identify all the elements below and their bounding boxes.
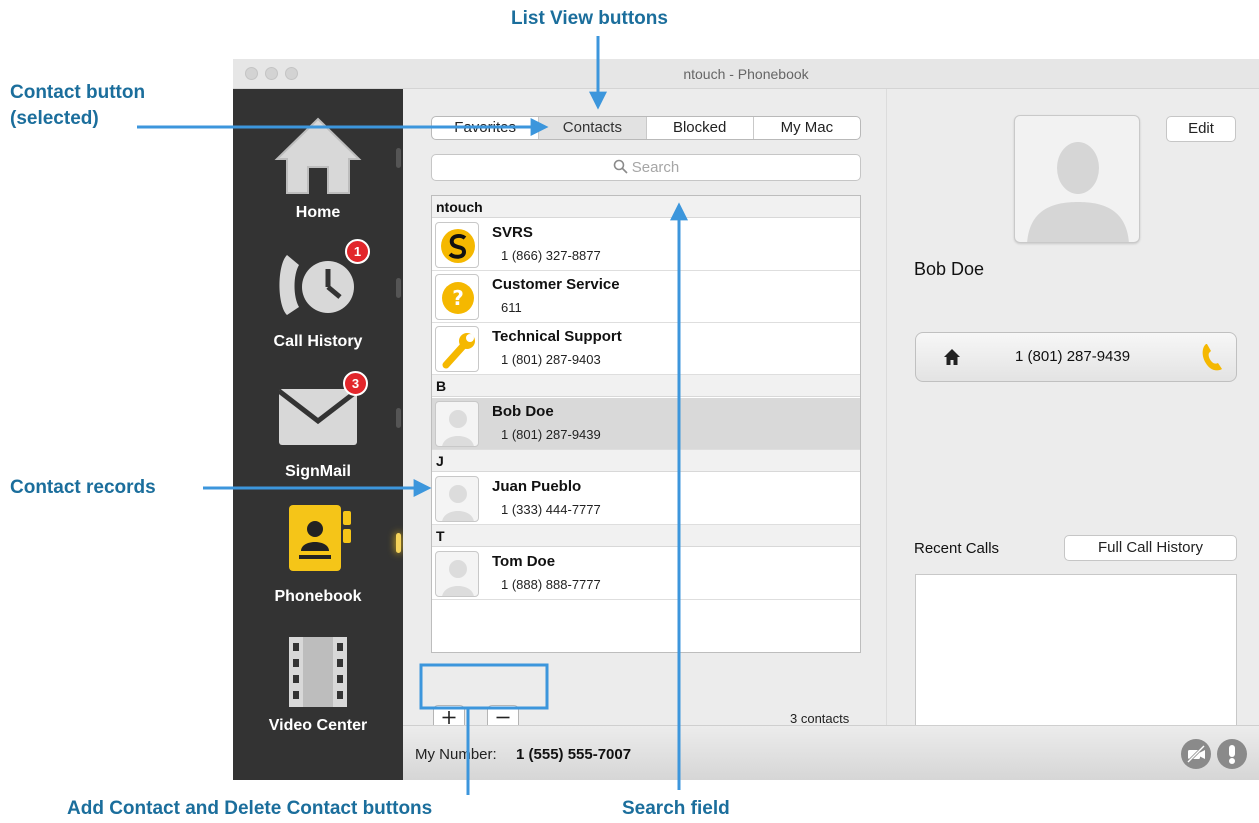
sidebar-item-video-center[interactable]: Video Center <box>233 619 403 749</box>
callout-list-view-buttons: List View buttons <box>511 8 668 29</box>
sidebar-item-label: Call History <box>273 333 363 350</box>
contact-number: 611 <box>501 300 522 315</box>
callout-add-delete-buttons: Add Contact and Delete Contact buttons <box>67 798 433 819</box>
recent-calls-list[interactable] <box>915 574 1237 731</box>
callout-contact-records: Contact records <box>10 477 156 498</box>
person-silhouette-icon <box>442 410 474 446</box>
search-input[interactable]: Search <box>431 154 861 181</box>
person-silhouette-icon <box>442 485 474 521</box>
contact-avatar <box>435 326 479 372</box>
my-number-value: 1 (555) 555-7007 <box>516 746 632 763</box>
home-icon <box>274 117 362 194</box>
sidebar-item-call-history[interactable]: 1 Call History <box>233 229 403 359</box>
person-silhouette-icon <box>1027 142 1129 242</box>
contact-name: SVRS <box>492 224 533 241</box>
phone-icon <box>1202 344 1222 371</box>
callout-contact-button-selected: (selected) <box>10 108 99 129</box>
home-icon <box>944 349 960 365</box>
sidebar-item-phonebook[interactable]: Phonebook <box>233 489 403 619</box>
question-icon: ? <box>442 282 474 314</box>
contacts-pane: Favorites Contacts Blocked My Mac Search… <box>403 89 886 730</box>
wrench-icon <box>442 333 475 369</box>
contact-name: Bob Doe <box>492 403 554 420</box>
status-bar: My Number: 1 (555) 555-7007 <box>403 725 1259 780</box>
contact-name: Customer Service <box>492 276 620 293</box>
tab-blocked[interactable]: Blocked <box>647 117 754 139</box>
sidebar-item-label: Video Center <box>268 717 368 734</box>
app-window: ntouch - Phonebook Home 1 Call History 3… <box>233 59 1259 780</box>
sidebar-item-label: SignMail <box>285 463 351 480</box>
section-header: J <box>432 450 860 472</box>
recent-calls-label: Recent Calls <box>914 540 1000 557</box>
contact-name: Technical Support <box>492 328 622 345</box>
contact-avatar <box>435 222 479 268</box>
contact-name: Juan Pueblo <box>492 478 582 495</box>
contact-avatar: ? <box>435 274 479 320</box>
list-item[interactable]: Technical Support 1 (801) 287-9403 <box>432 323 860 375</box>
window-title: ntouch - Phonebook <box>683 66 809 82</box>
sidebar-notch <box>396 278 401 298</box>
sidebar-notch <box>396 408 401 428</box>
section-header: B <box>432 375 860 397</box>
tab-contacts[interactable]: Contacts <box>539 117 647 139</box>
film-icon <box>289 637 347 707</box>
contact-name: Tom Doe <box>492 553 556 570</box>
callout-contact-button: Contact button <box>10 82 146 103</box>
section-header: T <box>432 525 860 547</box>
call-phone-button[interactable]: 1 (801) 287-9439 <box>915 332 1237 382</box>
sidebar-item-home[interactable]: Home <box>233 89 403 221</box>
signmail-badge: 3 <box>343 371 368 396</box>
phone-number: 1 (801) 287-9439 <box>1015 348 1131 365</box>
alert-icon <box>1229 745 1235 764</box>
contact-number: 1 (333) 444-7777 <box>501 502 601 517</box>
contact-detail-pane: Edit Bob Doe 1 (801) 287-9439 Recent Cal… <box>886 89 1259 731</box>
svrs-logo-icon <box>441 229 475 263</box>
video-off-icon <box>1186 744 1206 764</box>
callout-search-field: Search field <box>622 798 730 819</box>
list-item[interactable]: ? Customer Service 611 <box>432 271 860 323</box>
contact-count: 3 contacts <box>790 711 850 726</box>
contact-number: 1 (801) 287-9403 <box>501 352 601 367</box>
full-call-history-button[interactable]: Full Call History <box>1064 535 1237 561</box>
contact-list[interactable]: ntouch SVRS 1 (866) 327-8877 ? Customer … <box>431 195 861 653</box>
person-silhouette-icon <box>442 560 474 596</box>
title-bar: ntouch - Phonebook <box>233 59 1259 89</box>
contact-number: 1 (801) 287-9439 <box>501 427 601 442</box>
sidebar-item-label: Home <box>295 204 341 221</box>
tab-my-mac[interactable]: My Mac <box>754 117 860 139</box>
list-item[interactable]: Juan Pueblo 1 (333) 444-7777 <box>432 473 860 525</box>
phonebook-icon <box>289 505 351 571</box>
section-header: ntouch <box>432 196 860 218</box>
sidebar: Home 1 Call History 3 SignMail Phonebook… <box>233 89 403 780</box>
sidebar-item-label: Phonebook <box>274 588 362 605</box>
my-number-label: My Number: <box>415 746 497 763</box>
video-off-button[interactable] <box>1181 739 1211 769</box>
contact-avatar <box>435 551 479 597</box>
contact-detail-name: Bob Doe <box>914 259 985 279</box>
contact-photo <box>1014 115 1140 243</box>
active-indicator <box>396 533 401 553</box>
sidebar-item-signmail[interactable]: 3 SignMail <box>233 359 403 489</box>
status-button[interactable] <box>1217 739 1247 769</box>
list-item[interactable]: Bob Doe 1 (801) 287-9439 <box>432 398 860 450</box>
call-history-badge: 1 <box>345 239 370 264</box>
edit-button[interactable]: Edit <box>1166 116 1236 142</box>
sidebar-notch <box>396 148 401 168</box>
contact-avatar <box>435 401 479 447</box>
contact-number: 1 (888) 888-7777 <box>501 577 601 592</box>
contact-number: 1 (866) 327-8877 <box>501 248 601 263</box>
svg-text:?: ? <box>452 286 464 310</box>
search-icon <box>613 159 628 174</box>
list-item[interactable]: Tom Doe 1 (888) 888-7777 <box>432 548 860 600</box>
tab-favorites[interactable]: Favorites <box>432 117 540 139</box>
search-placeholder: Search <box>631 159 680 176</box>
contact-avatar <box>435 476 479 522</box>
list-item[interactable]: SVRS 1 (866) 327-8877 <box>432 219 860 271</box>
list-view-buttons: Favorites Contacts Blocked My Mac <box>431 116 861 140</box>
screenshot-stage: List View buttons Contact button (select… <box>0 0 1259 823</box>
